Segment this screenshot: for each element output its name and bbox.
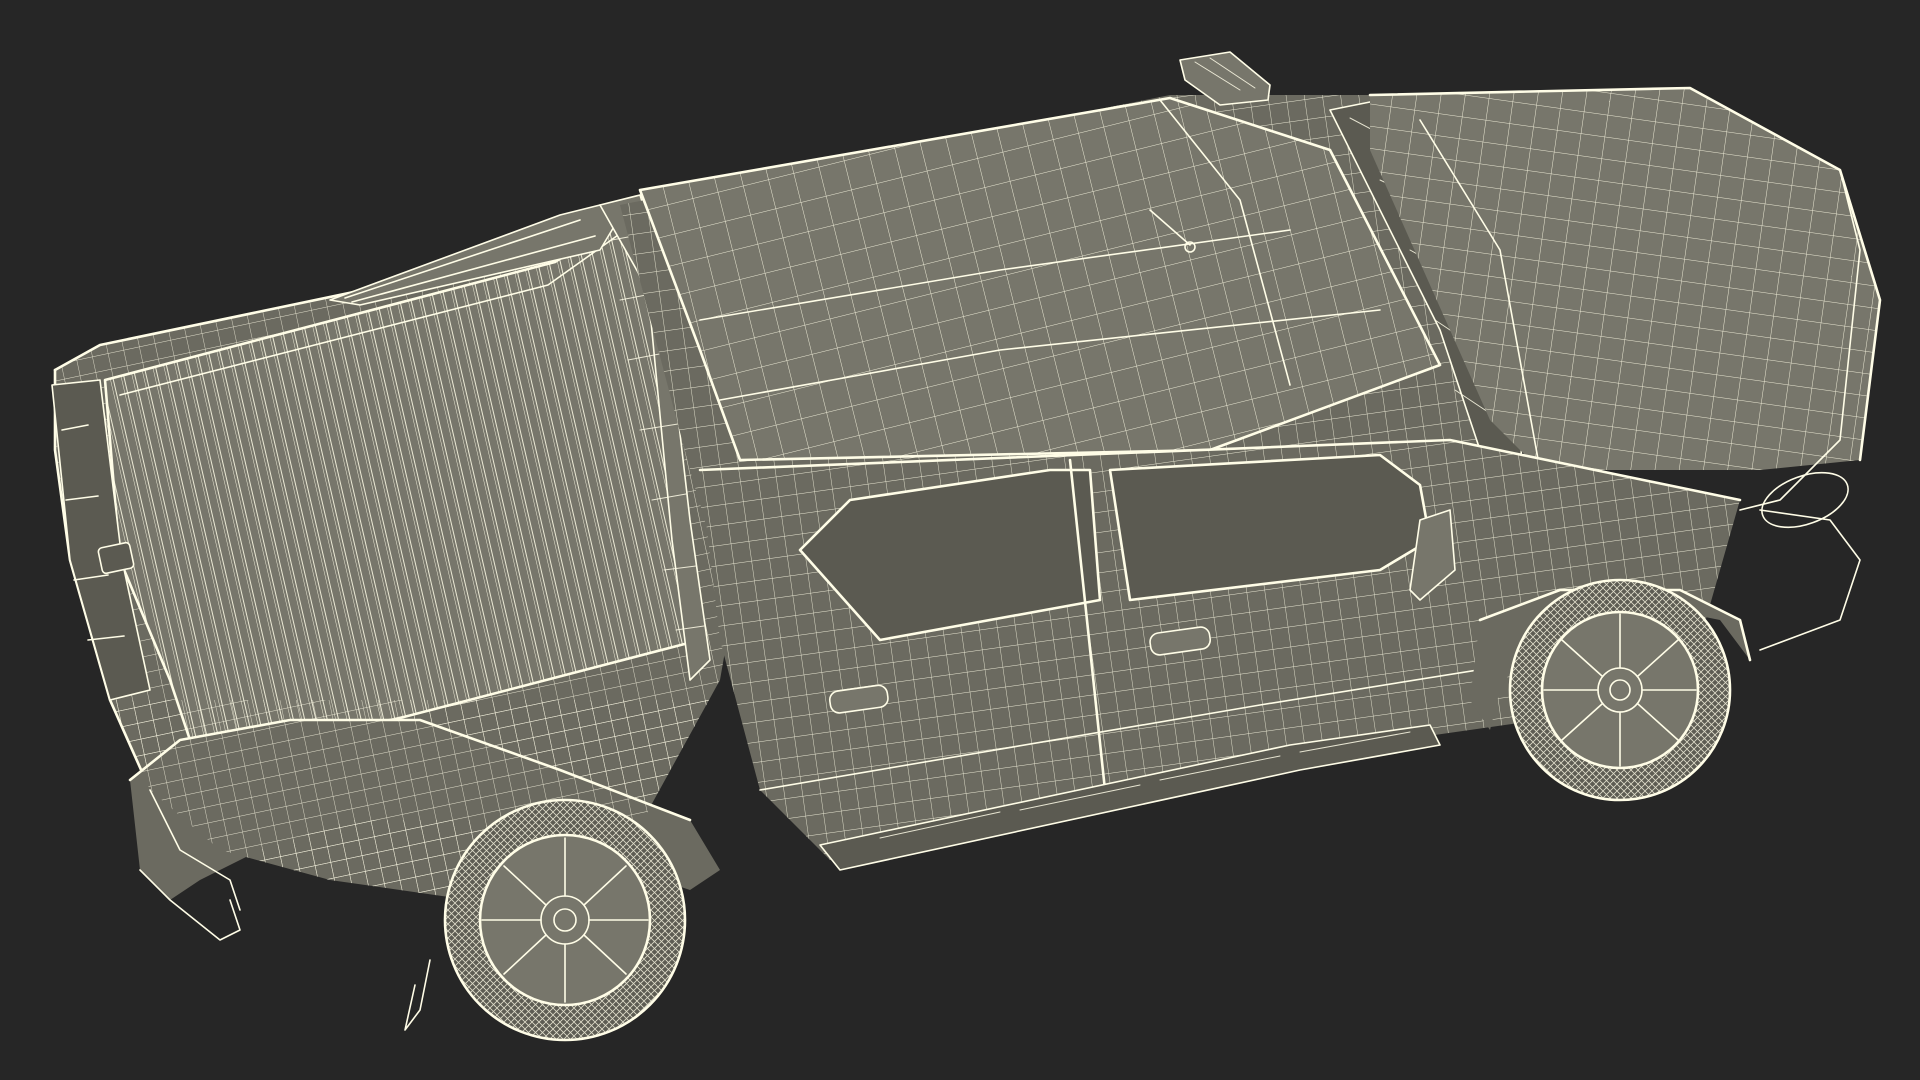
- render-viewport: [0, 0, 1920, 1080]
- tailgate-handle-icon: [97, 541, 135, 575]
- headlight-icon: [1761, 471, 1849, 529]
- pickup-truck-wireframe-icon: [51, 51, 1882, 1042]
